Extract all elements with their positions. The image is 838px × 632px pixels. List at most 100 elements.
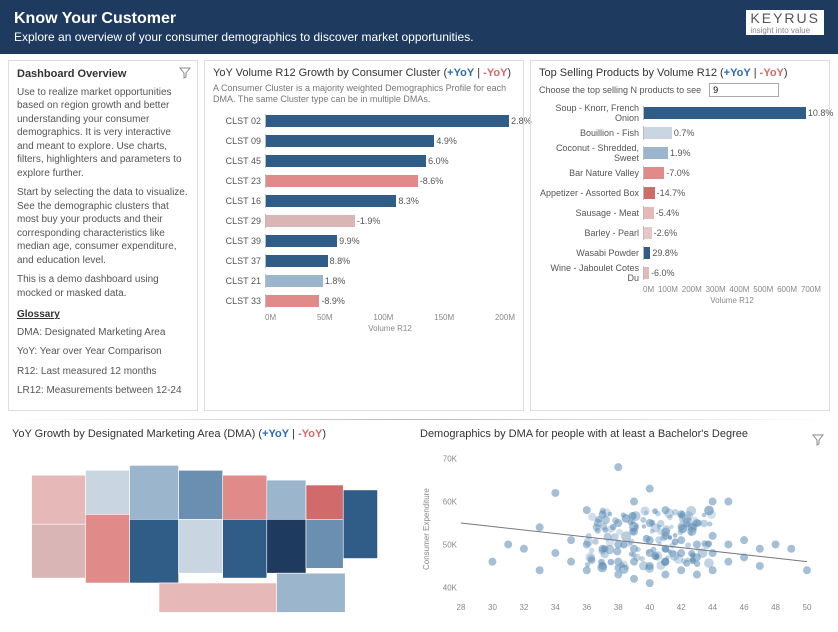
- bar-track: -8.6%: [265, 174, 515, 188]
- bar-fill: [644, 187, 655, 199]
- filter-icon[interactable]: [812, 434, 824, 446]
- bar-value-label: 1.8%: [325, 274, 346, 288]
- bar-track: 8.8%: [265, 254, 515, 268]
- bar-fill: [644, 107, 806, 119]
- svg-text:48: 48: [771, 603, 780, 612]
- cluster-bar-chart[interactable]: CLST 022.8%CLST 094.9% CLST 45 6.0% CLST 23…: [213, 111, 515, 311]
- section-divider: [8, 419, 830, 420]
- filter-icon[interactable]: [179, 67, 191, 79]
- bar-category-label: Sausage - Meat: [539, 208, 643, 218]
- bar-track: -5.4%: [643, 206, 821, 220]
- bar-track: 1.9%: [643, 146, 821, 160]
- bar-value-label: 10.8%: [808, 106, 834, 120]
- bar-track: -14.7%: [643, 186, 821, 200]
- logo-text: KEYRUS: [750, 10, 820, 26]
- bar-category-label: Wasabi Powder: [539, 248, 643, 258]
- bar-category-label: CLST 09: [213, 136, 265, 146]
- bar-row[interactable]: Bar Nature Valley -7.0%: [539, 163, 821, 183]
- bar-value-label: 29.8%: [652, 246, 678, 260]
- bar-fill: [266, 295, 319, 307]
- header-bar: Know Your Customer Explore an overview o…: [0, 0, 838, 54]
- bar-category-label: CLST 45: [213, 156, 265, 166]
- bar-fill: [266, 155, 426, 167]
- bar-row[interactable]: Coconut - Shredded, Sweet1.9%: [539, 143, 821, 163]
- bar-category-label: Barley - Pearl: [539, 228, 643, 238]
- products-bar-chart[interactable]: Soup - Knorr, French Onion10.8%Bouillion…: [539, 103, 821, 283]
- bar-fill: [266, 255, 328, 267]
- svg-text:44: 44: [708, 603, 717, 612]
- overview-p3: This is a demo dashboard using mocked or…: [17, 273, 189, 300]
- bar-row[interactable]: Wine - Jaboulet Cotes Du-6.0%: [539, 263, 821, 283]
- bar-value-label: -7.0%: [666, 166, 690, 180]
- header-text: Know Your Customer Explore an overview o…: [14, 10, 474, 44]
- products-axis-label: Volume R12: [643, 296, 821, 305]
- bar-value-label: -5.4%: [656, 206, 680, 220]
- svg-text:28: 28: [457, 603, 466, 612]
- bar-fill: [266, 195, 396, 207]
- bar-track: 9.9%: [265, 234, 515, 248]
- bar-track: -8.9%: [265, 294, 515, 308]
- svg-text:50K: 50K: [443, 540, 458, 549]
- svg-text:60K: 60K: [443, 497, 458, 506]
- bar-value-label: 6.0%: [428, 154, 449, 168]
- dma-choropleth-map[interactable]: [12, 444, 404, 624]
- scatter-plot[interactable]: 70K60K50K40K283032343638404244464850: [433, 444, 813, 614]
- bar-value-label: -2.6%: [654, 226, 678, 240]
- bar-value-label: 8.3%: [398, 194, 419, 208]
- bar-row[interactable]: CLST 094.9%: [213, 131, 515, 151]
- glossary-heading: Glossary: [17, 308, 189, 322]
- bar-row[interactable]: CLST 022.8%: [213, 111, 515, 131]
- bar-track: 0.7%: [643, 126, 821, 140]
- bar-category-label: CLST 33: [213, 296, 265, 306]
- bar-fill: [266, 235, 337, 247]
- bar-fill: [266, 275, 323, 287]
- bar-row[interactable]: CLST 33-8.9%: [213, 291, 515, 311]
- bar-category-label: CLST 37: [213, 256, 265, 266]
- bar-track: -1.9%: [265, 214, 515, 228]
- bar-value-label: 2.8%: [511, 114, 532, 128]
- glossary-r12: R12: Last measured 12 months: [17, 365, 189, 379]
- bar-track: -6.0%: [643, 266, 821, 280]
- bar-fill: [644, 207, 654, 219]
- bar-row[interactable]: CLST 45 6.0%: [213, 151, 515, 171]
- scatter-ylabel: Consumer Expenditure: [420, 444, 433, 614]
- cluster-title: YoY Volume R12 Growth by Consumer Cluste…: [213, 67, 515, 79]
- svg-text:70K: 70K: [443, 454, 458, 463]
- scatter-panel: Demographics by DMA for people with at l…: [416, 428, 830, 624]
- bar-category-label: CLST 21: [213, 276, 265, 286]
- bar-category-label: CLST 39: [213, 236, 265, 246]
- bar-row[interactable]: Bouillion - Fish0.7%: [539, 123, 821, 143]
- bar-row[interactable]: Barley - Pearl -2.6%: [539, 223, 821, 243]
- bar-row[interactable]: Sausage - Meat -5.4%: [539, 203, 821, 223]
- bar-fill: [266, 135, 434, 147]
- map-title: YoY Growth by Designated Marketing Area …: [12, 428, 404, 440]
- bar-row[interactable]: CLST 29-1.9%: [213, 211, 515, 231]
- bar-row[interactable]: CLST 39 9.9%: [213, 231, 515, 251]
- choose-n-label: Choose the top selling N products to see: [539, 85, 701, 95]
- bar-row[interactable]: CLST 378.8%: [213, 251, 515, 271]
- overview-panel: Dashboard Overview Use to realize market…: [8, 60, 198, 411]
- bar-row[interactable]: Wasabi Powder 29.8%: [539, 243, 821, 263]
- bar-row[interactable]: CLST 23-8.6%: [213, 171, 515, 191]
- svg-text:36: 36: [582, 603, 591, 612]
- bar-value-label: 9.9%: [339, 234, 360, 248]
- logo-tagline: insight into value: [750, 26, 820, 35]
- svg-text:34: 34: [551, 603, 560, 612]
- bar-category-label: CLST 29: [213, 216, 265, 226]
- svg-text:38: 38: [614, 603, 623, 612]
- bar-category-label: Bar Nature Valley: [539, 168, 643, 178]
- glossary-lr12: LR12: Measurements between 12-24: [17, 384, 189, 398]
- choose-n-input[interactable]: [709, 83, 779, 97]
- bar-row[interactable]: CLST 21 1.8%: [213, 271, 515, 291]
- bar-track: 8.3%: [265, 194, 515, 208]
- bar-fill: [266, 115, 509, 127]
- brand-logo: KEYRUS insight into value: [746, 10, 824, 35]
- glossary-dma: DMA: Designated Marketing Area: [17, 326, 189, 340]
- bar-row[interactable]: Appetizer - Assorted Box-14.7%: [539, 183, 821, 203]
- bar-row[interactable]: CLST 168.3%: [213, 191, 515, 211]
- bar-fill: [644, 227, 652, 239]
- bar-row[interactable]: Soup - Knorr, French Onion10.8%: [539, 103, 821, 123]
- bar-fill: [644, 127, 672, 139]
- glossary-yoy: YoY: Year over Year Comparison: [17, 345, 189, 359]
- svg-text:32: 32: [519, 603, 528, 612]
